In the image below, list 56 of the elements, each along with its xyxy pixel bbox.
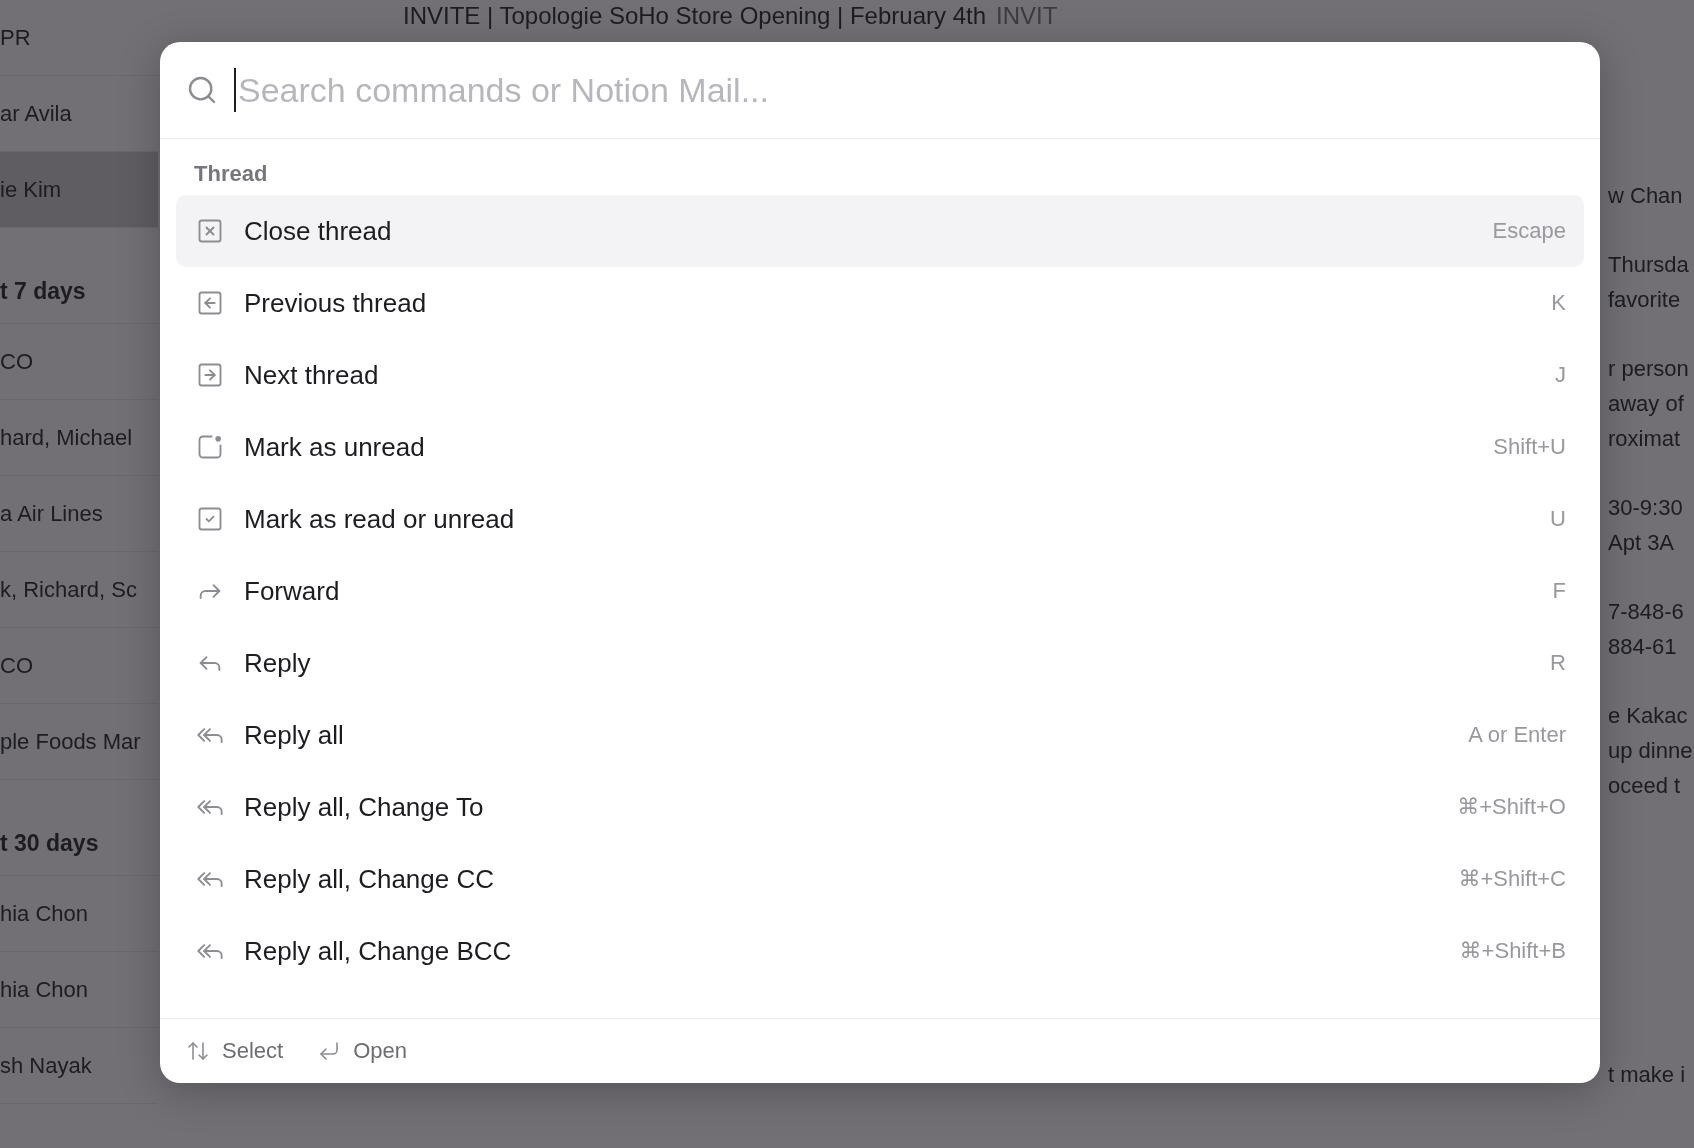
sender-name: a Air Lines bbox=[0, 500, 103, 527]
message-paragraph: w Chan bbox=[1608, 182, 1684, 210]
shortcut-hint: K bbox=[1551, 290, 1566, 316]
footer-hint: Open bbox=[353, 1038, 407, 1064]
message-paragraph: r person away of roximat bbox=[1608, 355, 1690, 453]
command-item[interactable]: Reply all, Change CC ⌘+Shift+C bbox=[176, 843, 1584, 915]
sender-name: sh Nayak bbox=[0, 1052, 92, 1079]
search-icon bbox=[186, 74, 218, 106]
command-item[interactable]: Reply R bbox=[176, 627, 1584, 699]
message-paragraph: e Kakac up dinne oceed t bbox=[1608, 702, 1694, 800]
search-field[interactable]: Search commands or Notion Mail... bbox=[234, 68, 1574, 112]
sender-name: CO bbox=[0, 348, 33, 375]
shortcut-hint: Shift+U bbox=[1493, 434, 1566, 460]
group-title: t 30 days bbox=[0, 830, 99, 857]
shortcut-hint: R bbox=[1550, 650, 1566, 676]
sender-name: k, Richard, Sc bbox=[0, 576, 137, 603]
inbox-row[interactable]: ie Kim bbox=[0, 152, 158, 228]
command-item[interactable]: Reply all, Change BCC ⌘+Shift+B bbox=[176, 915, 1584, 987]
shortcut-hint: A or Enter bbox=[1468, 722, 1566, 748]
arrows-up-down-icon bbox=[186, 1039, 210, 1063]
close-icon bbox=[196, 217, 224, 245]
command-item[interactable]: Next thread J bbox=[176, 339, 1584, 411]
message-text: t make i bbox=[1608, 1062, 1687, 1088]
shortcut-hint: F bbox=[1552, 578, 1566, 604]
message-paragraph: Thursda favorite bbox=[1608, 251, 1690, 314]
sender-name: ie Kim bbox=[0, 176, 62, 203]
shortcut-hint: ⌘+Shift+C bbox=[1458, 866, 1566, 892]
footer-hint: Select bbox=[222, 1038, 284, 1064]
shortcut-hint: J bbox=[1555, 362, 1566, 388]
sender-name: hia Chon bbox=[0, 976, 89, 1003]
sender-name: hia Chon bbox=[0, 900, 89, 927]
sender-name: hard, Michael bbox=[0, 424, 133, 451]
arrow-left-square-icon bbox=[196, 289, 224, 317]
sender-name: PR bbox=[0, 24, 31, 51]
shortcut-hint: Escape bbox=[1492, 218, 1566, 244]
message-paragraph: 30-9:30 Apt 3A bbox=[1608, 494, 1684, 557]
command-item[interactable]: Forward F bbox=[176, 555, 1584, 627]
arrow-right-square-icon bbox=[196, 361, 224, 389]
command-item[interactable]: Reply all, Change To ⌘+Shift+O bbox=[176, 771, 1584, 843]
command-item[interactable]: Close thread Escape bbox=[176, 195, 1584, 267]
command-item[interactable]: Mark as read or unread U bbox=[176, 483, 1584, 555]
square-dot-icon bbox=[196, 433, 224, 461]
message-paragraph: 7-848-6 884-61 bbox=[1608, 598, 1685, 661]
sender-name: ple Foods Mar bbox=[0, 728, 141, 755]
sender-name: CO bbox=[0, 652, 33, 679]
email-subject: INVITE | Topologie SoHo Store Opening | February 4th bbox=[403, 2, 986, 29]
sender-name: ar Avila bbox=[0, 100, 72, 127]
command-item[interactable]: Previous thread K bbox=[176, 267, 1584, 339]
shortcut-hint: U bbox=[1550, 506, 1566, 532]
shortcut-hint: ⌘+Shift+O bbox=[1457, 794, 1566, 820]
shortcut-hint: ⌘+Shift+B bbox=[1459, 938, 1566, 964]
command-item[interactable]: Mark as unread Shift+U bbox=[176, 411, 1584, 483]
section-title: Thread bbox=[193, 160, 269, 188]
checkbox-icon bbox=[196, 505, 224, 533]
command-item[interactable]: Reply all A or Enter bbox=[176, 699, 1584, 771]
group-title: t 7 days bbox=[0, 278, 86, 305]
